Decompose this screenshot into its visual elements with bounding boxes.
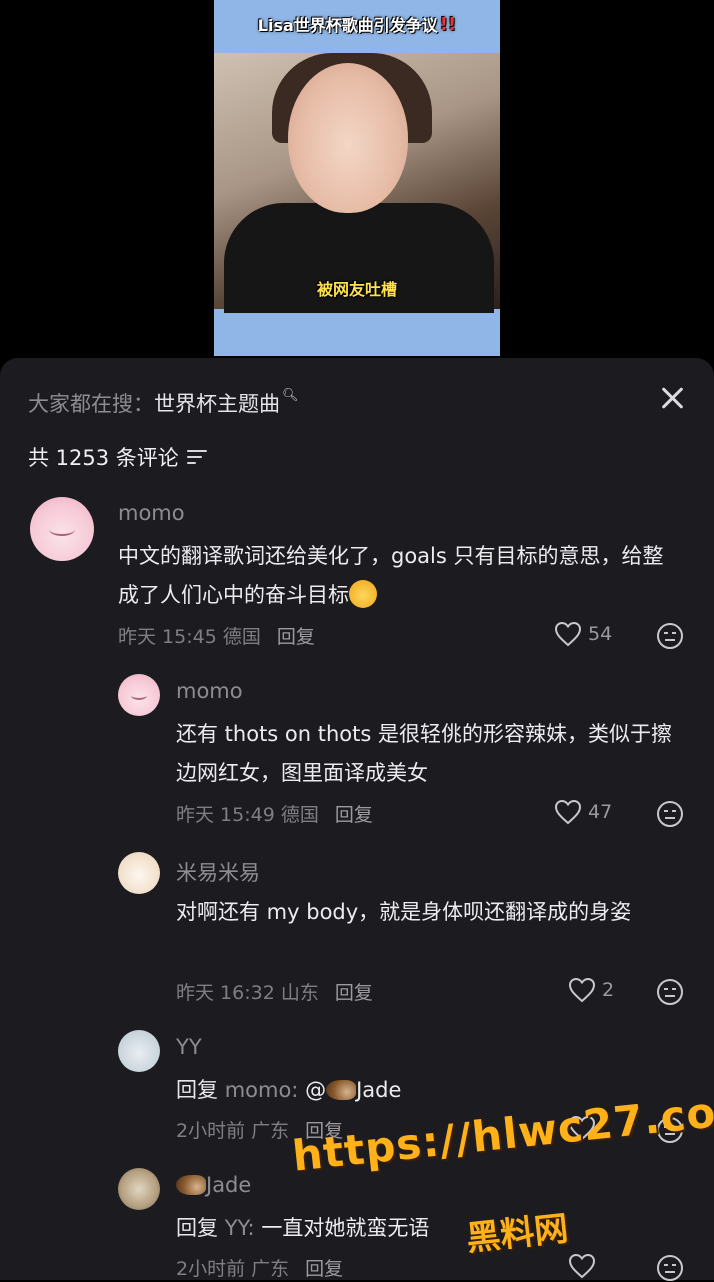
like-count: 2	[602, 979, 615, 1001]
avatar[interactable]	[118, 1030, 160, 1072]
heart-icon	[568, 1253, 596, 1279]
like-button[interactable]: 54	[554, 621, 612, 647]
video-figure-face	[288, 63, 408, 213]
dog-emoji-icon	[349, 580, 377, 608]
comment-username[interactable]: Jade	[176, 1173, 251, 1197]
heart-icon	[554, 621, 582, 647]
dislike-icon[interactable]	[656, 978, 684, 1006]
avatar[interactable]	[118, 674, 160, 716]
hedgehog-emoji-icon	[326, 1080, 357, 1100]
comment-text[interactable]: 中文的翻译歌词还给美化了，goals 只有目标的意思，给整成了人们心中的奋斗目标	[118, 537, 678, 615]
video-frame	[214, 53, 500, 313]
dislike-icon[interactable]	[656, 800, 684, 828]
reply-button[interactable]: 回复	[335, 982, 373, 1004]
hedgehog-emoji-icon	[176, 1175, 206, 1195]
trending-search[interactable]: 大家都在搜：世界杯主题曲 🔍︎	[28, 388, 299, 418]
like-button[interactable]: 2	[568, 977, 614, 1003]
reply-button[interactable]: 回复	[335, 804, 373, 826]
like-button[interactable]: 47	[554, 799, 612, 825]
comment-text[interactable]: 对啊还有 my body，就是身体呗还翻译成的身姿	[176, 893, 682, 932]
comment-username[interactable]: momo	[176, 679, 243, 703]
reply-button[interactable]: 回复	[305, 1258, 343, 1280]
trending-search-prefix: 大家都在搜：	[28, 392, 154, 416]
like-count: 54	[588, 623, 613, 645]
comment-count-label: 共 1253 条评论	[28, 446, 179, 470]
reply-button[interactable]: 回复	[277, 626, 315, 648]
close-icon[interactable]	[656, 382, 688, 414]
comment-meta: 昨天 16:32 山东 回复	[176, 982, 373, 1004]
comment-text[interactable]: 还有 thots on thots 是很轻佻的形容辣妹，类似于擦边网红女，图里面…	[176, 715, 682, 793]
mention[interactable]: Jade	[356, 1078, 401, 1102]
video-caption: 被网友吐槽	[316, 280, 397, 299]
exclamation-mark: !!	[439, 13, 457, 35]
heart-icon	[554, 799, 582, 825]
comment-username[interactable]: YY	[176, 1035, 202, 1059]
search-icon: 🔍︎	[282, 388, 299, 403]
like-count: 47	[588, 801, 613, 823]
avatar[interactable]	[30, 497, 94, 561]
heart-icon	[568, 977, 596, 1003]
like-button[interactable]	[568, 1253, 596, 1279]
video-player[interactable]: Lisa世界杯歌曲引发争议!! 被网友吐槽	[214, 0, 500, 356]
avatar[interactable]	[118, 852, 160, 894]
video-title: Lisa世界杯歌曲引发争议!!	[257, 13, 457, 36]
comment-text[interactable]: 回复 YY: 一直对她就蛮无语	[176, 1209, 682, 1248]
avatar[interactable]	[118, 1168, 160, 1210]
filter-icon[interactable]	[186, 450, 207, 464]
dislike-icon[interactable]	[656, 1254, 684, 1282]
dislike-icon[interactable]	[656, 622, 684, 650]
comment-meta: 昨天 15:45 德国 回复	[118, 626, 315, 648]
comment-meta: 2小时前 广东 回复	[176, 1258, 344, 1280]
comment-count[interactable]: 共 1253 条评论	[28, 442, 207, 472]
comment-username[interactable]: 米易米易	[176, 857, 260, 887]
trending-search-keyword[interactable]: 世界杯主题曲	[154, 392, 280, 416]
comment-meta: 昨天 15:49 德国 回复	[176, 804, 373, 826]
comment-username[interactable]: momo	[118, 501, 185, 525]
